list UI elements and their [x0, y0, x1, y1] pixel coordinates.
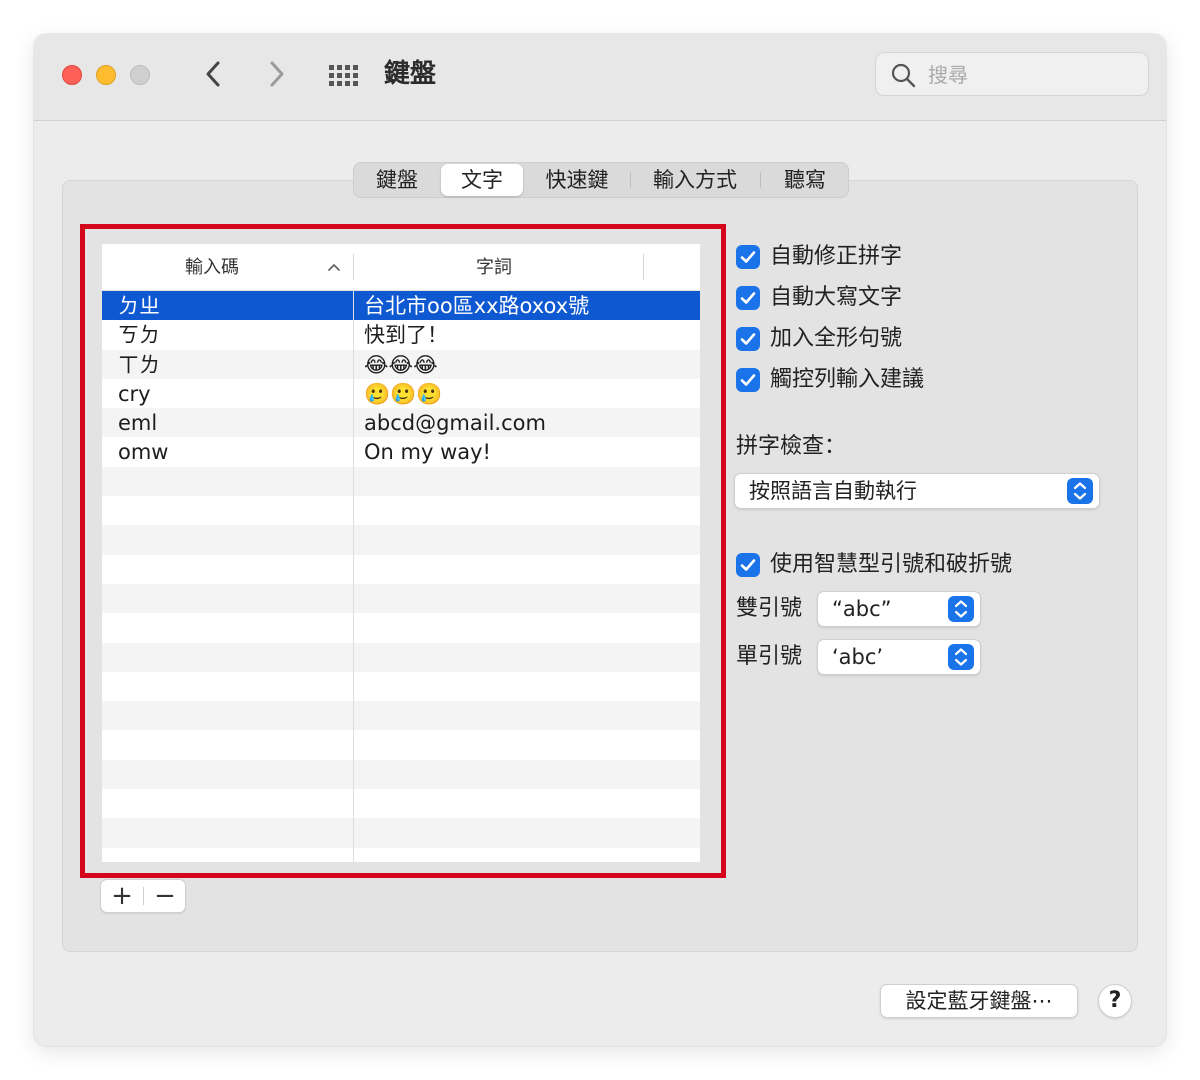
text-replacement-table[interactable]: 輸入碼 字詞 ㄉㄓ 台北市oo區xx路oxox號 ㄎㄉ 快到了！ ㄒㄌ 😂😂😂	[102, 244, 700, 862]
phrase-cell: On my way!	[364, 440, 491, 465]
single-quotes-label: 單引號	[736, 644, 803, 669]
empty-row	[102, 672, 700, 701]
phrase-cell: abcd@gmail.com	[364, 411, 546, 436]
tab-dictation[interactable]: 聽寫	[762, 163, 848, 197]
checkmark-icon	[740, 251, 756, 263]
search-placeholder: 搜尋	[928, 63, 968, 87]
search-icon	[891, 63, 916, 88]
column-divider	[643, 254, 644, 280]
remove-button[interactable]: −	[144, 880, 186, 912]
table-rows: ㄉㄓ 台北市oo區xx路oxox號 ㄎㄉ 快到了！ ㄒㄌ 😂😂😂 cry 🥲🥲🥲…	[102, 291, 700, 862]
phrase-cell: 🥲🥲🥲	[364, 381, 443, 406]
touch-bar-suggestions-label: 觸控列輸入建議	[770, 367, 925, 392]
empty-row	[102, 642, 700, 672]
checkmark-icon	[740, 559, 756, 571]
input-code-cell: cry	[118, 381, 151, 406]
title-bar: 鍵盤 搜尋	[34, 34, 1166, 121]
chevron-right-icon	[270, 61, 284, 87]
checkmark-icon	[740, 374, 756, 386]
popup-arrows-icon	[948, 596, 974, 622]
empty-row	[102, 466, 700, 497]
auto-capitalize-label: 自動大寫文字	[770, 285, 903, 310]
input-code-cell: ㄒㄌ	[118, 352, 160, 377]
tab-input-sources[interactable]: 輸入方式	[632, 163, 758, 197]
empty-row	[102, 759, 700, 790]
spelling-value: 按照語言自動執行	[749, 479, 917, 503]
autocorrect-label: 自動修正拼字	[770, 244, 903, 269]
column-header-phrase[interactable]: 字詞	[354, 244, 634, 290]
empty-row	[102, 496, 700, 525]
table-row[interactable]: ㄒㄌ 😂😂😂	[102, 349, 700, 379]
empty-row	[102, 613, 700, 642]
add-button[interactable]: +	[101, 880, 143, 912]
single-quotes-value: ‘abc’	[832, 645, 884, 669]
smart-quotes-checkbox[interactable]	[736, 553, 760, 577]
input-code-cell: eml	[118, 411, 158, 436]
table-row[interactable]: cry 🥲🥲🥲	[102, 379, 700, 408]
table-row[interactable]: eml abcd@gmail.com	[102, 408, 700, 438]
empty-row	[102, 848, 700, 862]
sort-ascending-icon	[328, 264, 340, 271]
help-button[interactable]: ?	[1098, 984, 1132, 1018]
table-row[interactable]: ㄉㄓ 台北市oo區xx路oxox號	[102, 291, 700, 321]
empty-row	[102, 818, 700, 848]
empty-row	[102, 525, 700, 555]
phrase-cell: 😂😂😂	[364, 352, 438, 377]
keyboard-preferences-window: 鍵盤 搜尋 鍵盤 文字 快速鍵 輸入方式 聽寫 輸入碼 字詞 ㄉㄓ 台北市oo區…	[34, 34, 1166, 1046]
tab-divider	[630, 172, 631, 188]
input-code-cell: omw	[118, 440, 169, 465]
window-title: 鍵盤	[384, 59, 437, 89]
column-header-input-code[interactable]: 輸入碼	[102, 244, 322, 290]
add-remove-control: + −	[100, 879, 186, 913]
tab-divider	[760, 172, 761, 188]
tab-bar: 鍵盤 文字 快速鍵 輸入方式 聽寫	[353, 162, 849, 198]
search-field[interactable]: 搜尋	[875, 52, 1149, 96]
show-all-grid-icon[interactable]	[328, 64, 362, 88]
touch-bar-suggestions-checkbox[interactable]	[736, 368, 760, 392]
single-quotes-popup[interactable]: ‘abc’	[817, 639, 981, 675]
popup-arrows-icon	[1067, 478, 1093, 504]
popup-arrows-icon	[948, 644, 974, 670]
tab-shortcuts[interactable]: 快速鍵	[526, 163, 628, 197]
phrase-cell: 台北市oo區xx路oxox號	[364, 294, 590, 318]
empty-row	[102, 583, 700, 614]
minimize-button[interactable]	[96, 65, 116, 85]
double-quotes-label: 雙引號	[736, 596, 803, 621]
phrase-cell: 快到了！	[364, 323, 448, 348]
full-width-period-checkbox[interactable]	[736, 327, 760, 351]
double-quotes-value: “abc”	[832, 597, 892, 621]
chevron-left-icon	[206, 61, 220, 87]
close-button[interactable]	[62, 65, 82, 85]
table-row[interactable]: ㄎㄉ 快到了！	[102, 320, 700, 349]
column-divider-line	[353, 290, 354, 862]
auto-capitalize-checkbox[interactable]	[736, 286, 760, 310]
tab-text[interactable]: 文字	[441, 164, 523, 196]
forward-button[interactable]	[258, 56, 294, 92]
tab-keyboard[interactable]: 鍵盤	[354, 163, 440, 197]
smart-quotes-label: 使用智慧型引號和破折號	[770, 552, 1013, 577]
full-width-period-label: 加入全形句號	[770, 326, 903, 351]
empty-row	[102, 730, 700, 759]
checkmark-icon	[740, 292, 756, 304]
input-code-cell: ㄎㄉ	[118, 323, 160, 348]
empty-row	[102, 701, 700, 731]
empty-row	[102, 555, 700, 584]
autocorrect-checkbox[interactable]	[736, 245, 760, 269]
setup-bluetooth-keyboard-button[interactable]: 設定藍牙鍵盤⋯	[880, 984, 1078, 1018]
empty-row	[102, 789, 700, 818]
spelling-label: 拼字檢查：	[736, 434, 847, 459]
table-header: 輸入碼 字詞	[102, 244, 700, 291]
checkmark-icon	[740, 333, 756, 345]
table-row[interactable]: omw On my way!	[102, 437, 700, 466]
zoom-button[interactable]	[130, 65, 150, 85]
back-button[interactable]	[196, 56, 232, 92]
spelling-popup[interactable]: 按照語言自動執行	[734, 473, 1100, 509]
double-quotes-popup[interactable]: “abc”	[817, 591, 981, 627]
input-code-cell: ㄉㄓ	[118, 294, 160, 318]
